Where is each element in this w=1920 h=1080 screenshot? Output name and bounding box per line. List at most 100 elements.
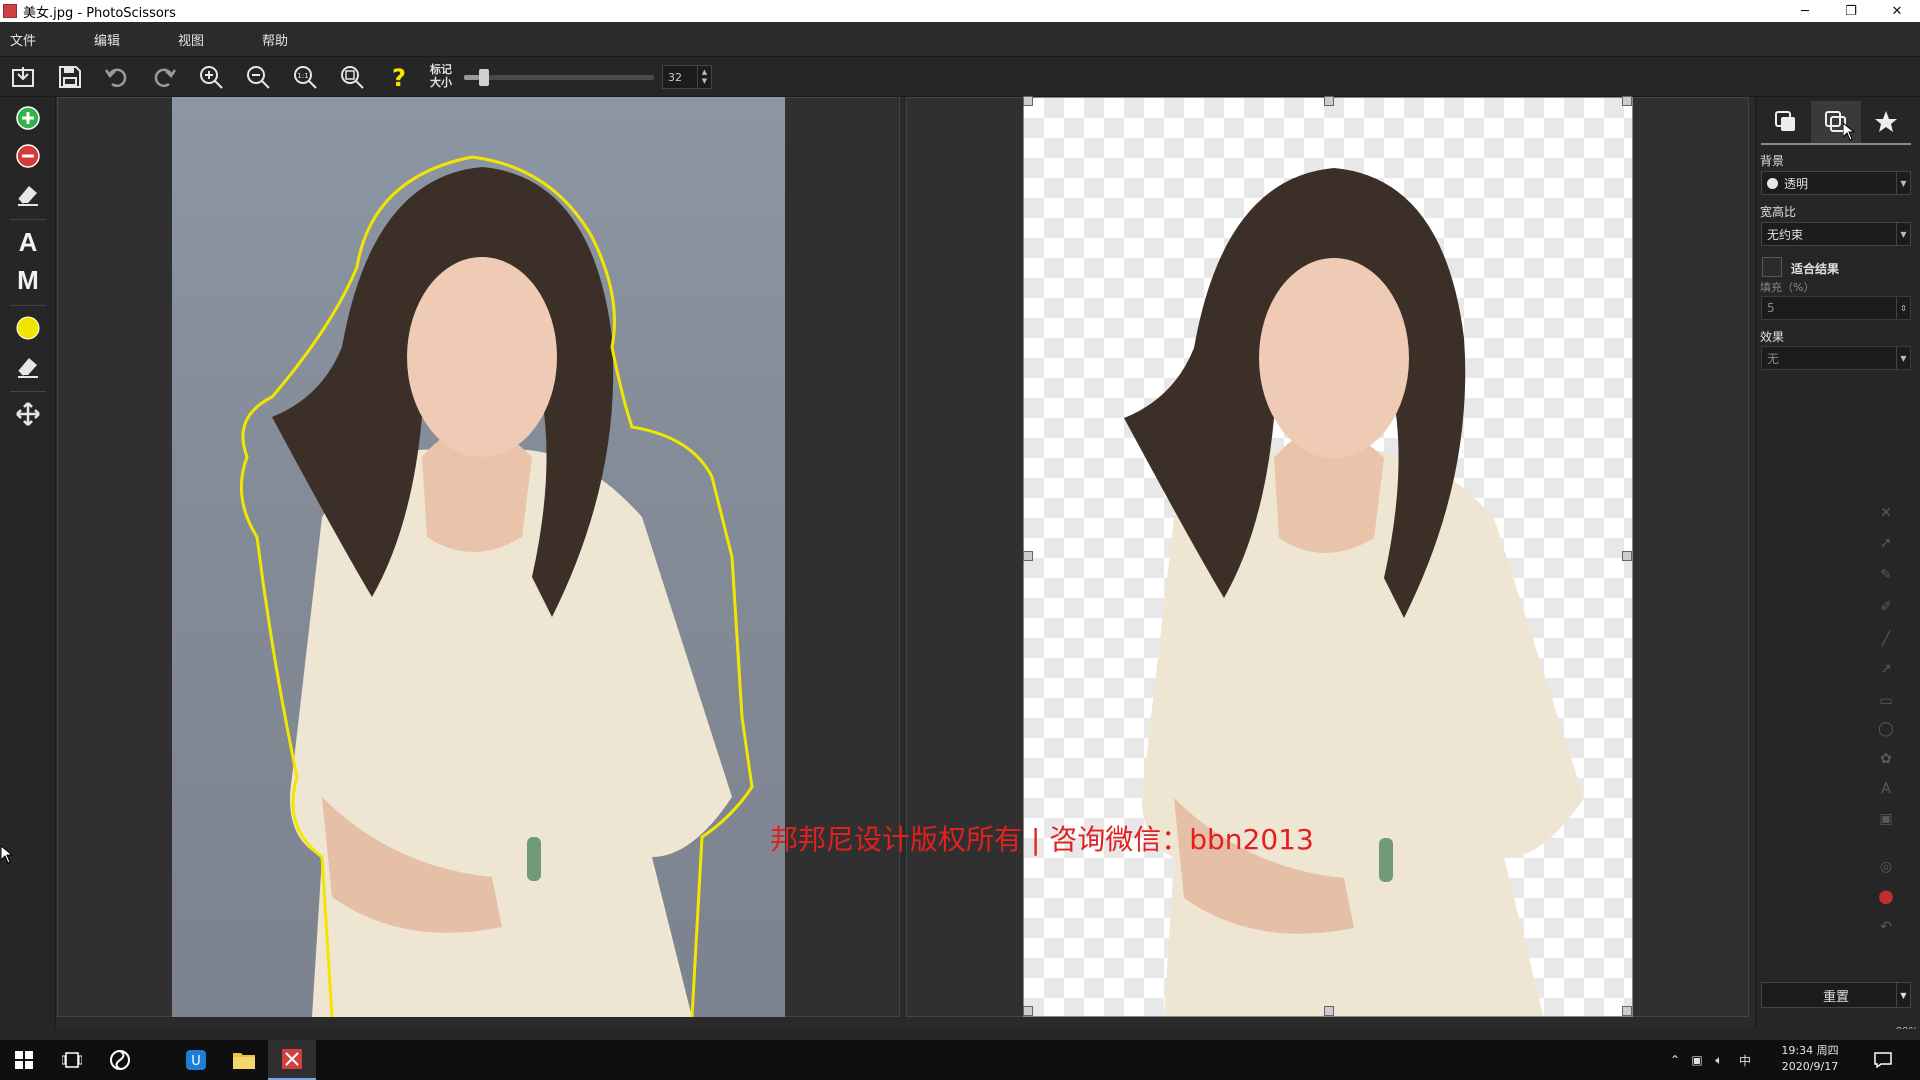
result-image[interactable] [1023,97,1633,1017]
reset-button[interactable]: 重置 ▼ [1761,982,1911,1008]
undo-icon [104,68,127,87]
zoom-in-icon [200,66,223,89]
photoscissors-icon [282,1049,302,1069]
tool-divider [10,219,46,220]
mark-size-slider-thumb[interactable] [479,69,490,86]
line-icon[interactable]: ╱ [1878,631,1894,647]
resize-handle[interactable] [1023,96,1033,106]
menu-file[interactable]: 文件 [10,30,36,49]
aspect-select[interactable]: 无约束 ▼ [1761,222,1911,246]
padding-input[interactable]: 5 ⇕ [1761,296,1911,320]
mark-size-slider[interactable] [464,69,654,86]
ime-indicator[interactable]: 中 [1730,1052,1760,1069]
redo-icon [154,68,177,87]
menu-help[interactable]: 帮助 [262,30,288,49]
effect-label: 效果 [1760,330,1785,344]
chevron-up-icon[interactable]: ▲ [702,68,707,77]
record-icon[interactable]: ● [1878,888,1894,906]
help-button[interactable]: ? [383,62,415,92]
mark-size-stepper[interactable]: ▲ ▼ [697,66,711,88]
contour-marker-button[interactable] [10,311,46,345]
move-button[interactable] [10,397,46,431]
file-explorer-button[interactable] [220,1040,268,1080]
close-button[interactable]: ✕ [1874,0,1920,22]
svg-text:U: U [191,1054,201,1069]
tab-effects[interactable] [1861,101,1911,143]
resize-handle[interactable] [1023,551,1033,561]
contour-eraser-button[interactable] [10,349,46,383]
menu-bar: 文件 编辑 视图 帮助 [0,22,1920,57]
pinned-app-2[interactable]: U [172,1040,220,1080]
zoom-out-button[interactable] [242,62,274,92]
undo-button[interactable] [101,62,133,92]
pen-icon[interactable]: ✎ [1878,567,1894,583]
open-button[interactable] [7,62,39,92]
eraser-button[interactable] [10,177,46,211]
text-icon[interactable]: A [1878,781,1894,797]
redo-button[interactable] [148,62,180,92]
chevron-up-icon[interactable]: ⌃ [1664,1053,1686,1067]
background-select[interactable]: 透明 ▼ [1761,171,1911,195]
paint-icon[interactable]: ✿ [1878,751,1894,767]
notification-icon [1874,1052,1892,1068]
notification-button[interactable] [1874,1040,1892,1080]
highlighter-icon[interactable]: ✐ [1878,599,1894,615]
auto-mode-button[interactable]: A [10,225,46,259]
stepper-icon: ⇕ [1896,297,1910,319]
undo-icon[interactable]: ↶ [1878,919,1894,935]
plus-marker-icon [16,106,40,130]
record-dim-icon[interactable]: ◎ [1878,859,1894,875]
copy-icon [1775,111,1795,131]
pinned-app-1[interactable] [96,1040,144,1080]
resize-handle[interactable] [1324,96,1334,106]
aspect-label: 宽高比 [1760,205,1797,219]
photoscissors-window: 美女.jpg - PhotoScissors ─ ❐ ✕ 文件 编辑 视图 帮助 [0,0,1920,1080]
restore-button[interactable]: ❐ [1828,0,1874,22]
eraser-icon [18,358,38,378]
save-button[interactable] [54,62,86,92]
pointer-icon[interactable]: ➚ [1878,535,1894,551]
resize-handle[interactable] [1023,1006,1033,1016]
fit-window-button[interactable] [336,62,368,92]
resize-handle[interactable] [1622,551,1632,561]
svg-text:1:1: 1:1 [297,72,308,80]
resize-handle[interactable] [1324,1006,1334,1016]
effect-select[interactable]: 无 ▼ [1761,346,1911,370]
tool-divider [10,391,46,392]
actual-size-button[interactable]: 1:1 [289,62,321,92]
chevron-down-icon[interactable]: ▼ [1896,983,1910,1007]
menu-edit[interactable]: 编辑 [94,30,120,49]
volume-icon[interactable]: 🔈︎ [1708,1053,1730,1068]
resize-handle[interactable] [1622,96,1632,106]
open-icon [12,67,34,87]
rectangle-icon[interactable]: ▭ [1878,693,1894,709]
start-button[interactable] [0,1040,48,1080]
menu-view[interactable]: 视图 [178,30,204,49]
tab-copy[interactable] [1761,101,1811,143]
close-icon[interactable]: ✕ [1878,505,1894,521]
source-photo-illustration [239,155,754,1017]
ellipse-icon[interactable]: ◯ [1878,721,1894,737]
manual-mode-button[interactable]: M [10,263,46,297]
zoom-in-button[interactable] [195,62,227,92]
window-title: 美女.jpg - PhotoScissors [23,5,176,21]
app-icon [3,4,17,18]
comment-icon[interactable]: ▣ [1878,811,1894,827]
remove-marker-button[interactable] [10,139,46,173]
resize-handle[interactable] [1622,1006,1632,1016]
save-icon [59,66,81,88]
fit-result-checkbox[interactable] [1762,257,1782,277]
arrow-icon[interactable]: ↗ [1878,661,1894,677]
app-blue-icon: U [186,1050,206,1070]
mark-size-input[interactable]: 32 ▲ ▼ [662,65,712,89]
minimize-button[interactable]: ─ [1782,0,1828,22]
keep-marker-button[interactable] [10,101,46,135]
source-image[interactable] [172,97,785,1017]
task-view-button[interactable] [48,1040,96,1080]
photoscissors-taskbar-button[interactable] [268,1040,316,1080]
chevron-down-icon: ▼ [1896,172,1910,194]
network-icon[interactable]: ▣ [1686,1053,1708,1067]
chevron-down-icon[interactable]: ▼ [702,77,707,86]
help-icon: ? [392,64,406,90]
clock[interactable]: 19:34 周四 2020/9/17 [1770,1043,1850,1075]
